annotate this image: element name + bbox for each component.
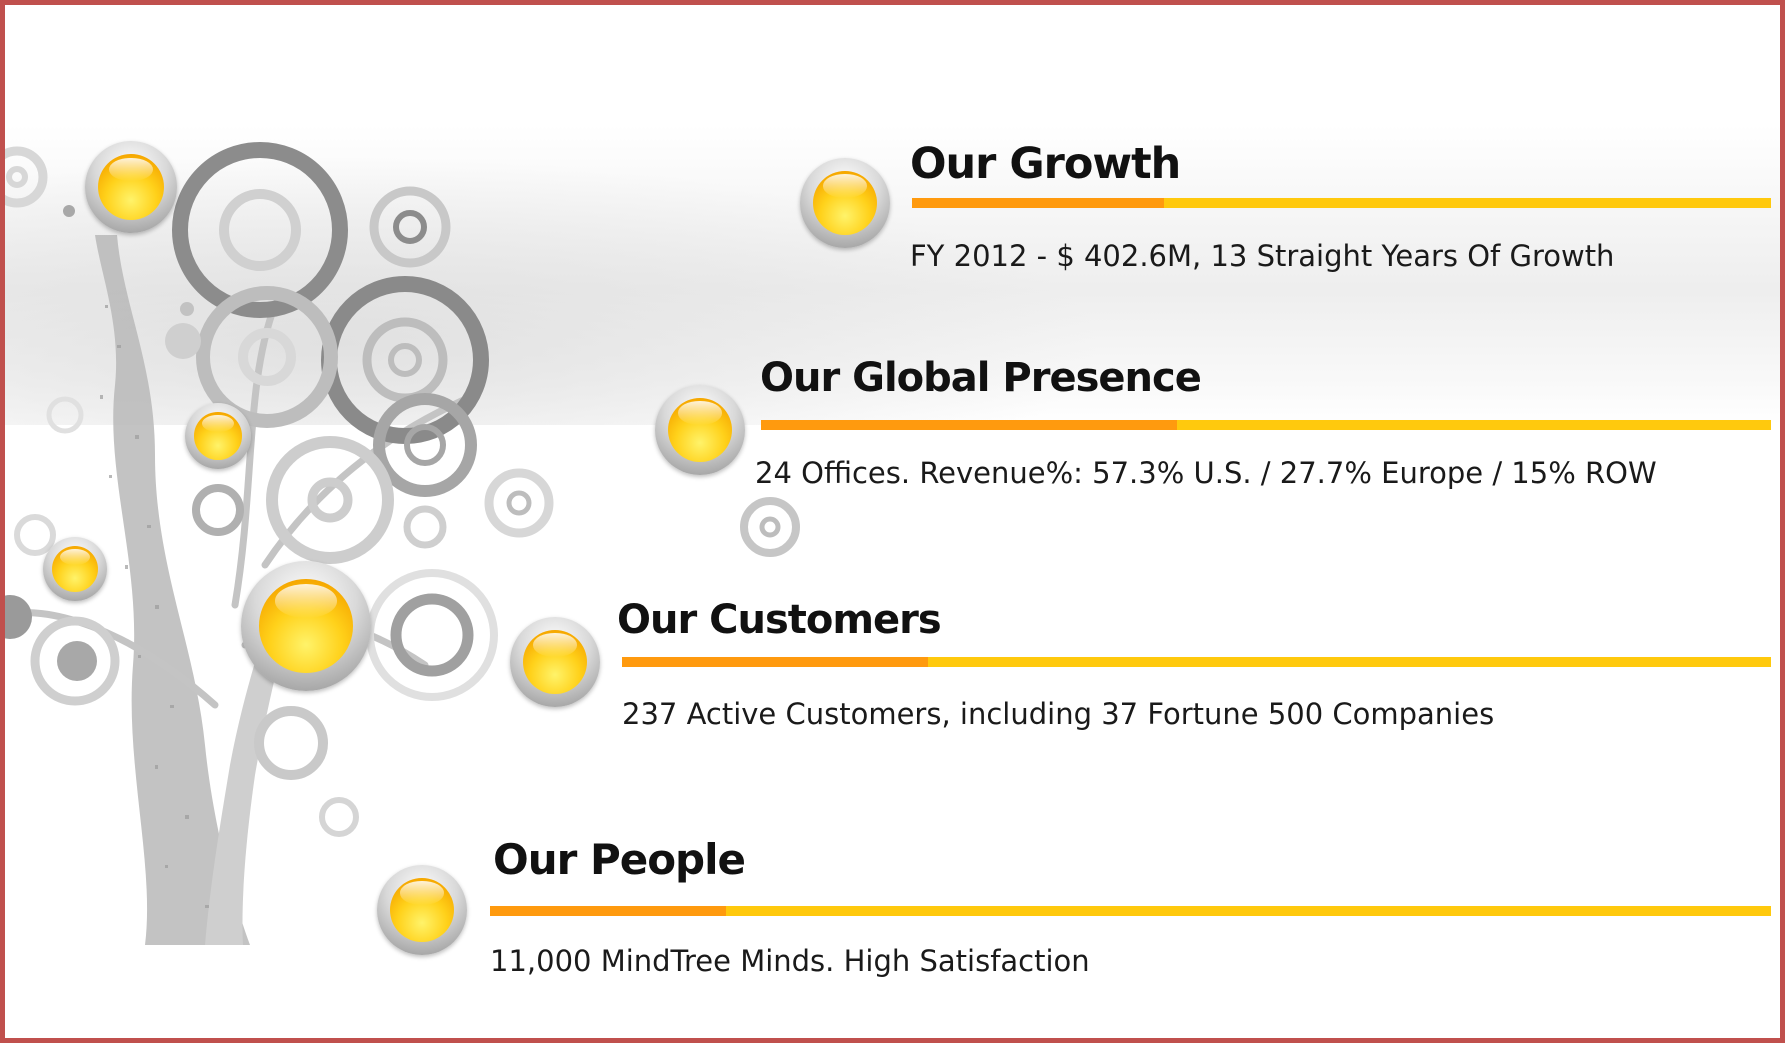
section-description: 237 Active Customers, including 37 Fortu… (622, 697, 1495, 731)
slide: Our Growth FY 2012 - $ 402.6M, 13 Straig… (0, 0, 1785, 1043)
section-divider-secondary (1164, 198, 1771, 208)
yellow-orb-icon (43, 537, 107, 601)
section-description: FY 2012 - $ 402.6M, 13 Straight Years Of… (910, 239, 1615, 273)
section-divider-secondary (726, 906, 1771, 916)
section-title: Our Growth (910, 139, 1181, 189)
section-title: Our Customers (617, 597, 942, 643)
section-divider-primary (912, 198, 1164, 208)
yellow-orb-icon (655, 385, 745, 475)
yellow-orb-icon (85, 141, 177, 233)
section-divider-primary (622, 657, 928, 667)
yellow-orb-icon (800, 158, 890, 248)
yellow-orb-icon (185, 403, 251, 469)
section-description: 11,000 MindTree Minds. High Satisfaction (490, 944, 1090, 978)
yellow-orb-icon (241, 561, 371, 691)
section-divider-secondary (1177, 420, 1771, 430)
section-title: Our People (493, 835, 746, 884)
section-title: Our Global Presence (760, 355, 1202, 401)
yellow-orb-icon (510, 617, 600, 707)
section-divider-primary (490, 906, 726, 916)
section-description: 24 Offices. Revenue%: 57.3% U.S. / 27.7%… (755, 456, 1657, 490)
yellow-orb-icon (377, 865, 467, 955)
section-divider-secondary (928, 657, 1771, 667)
section-divider-primary (761, 420, 1177, 430)
